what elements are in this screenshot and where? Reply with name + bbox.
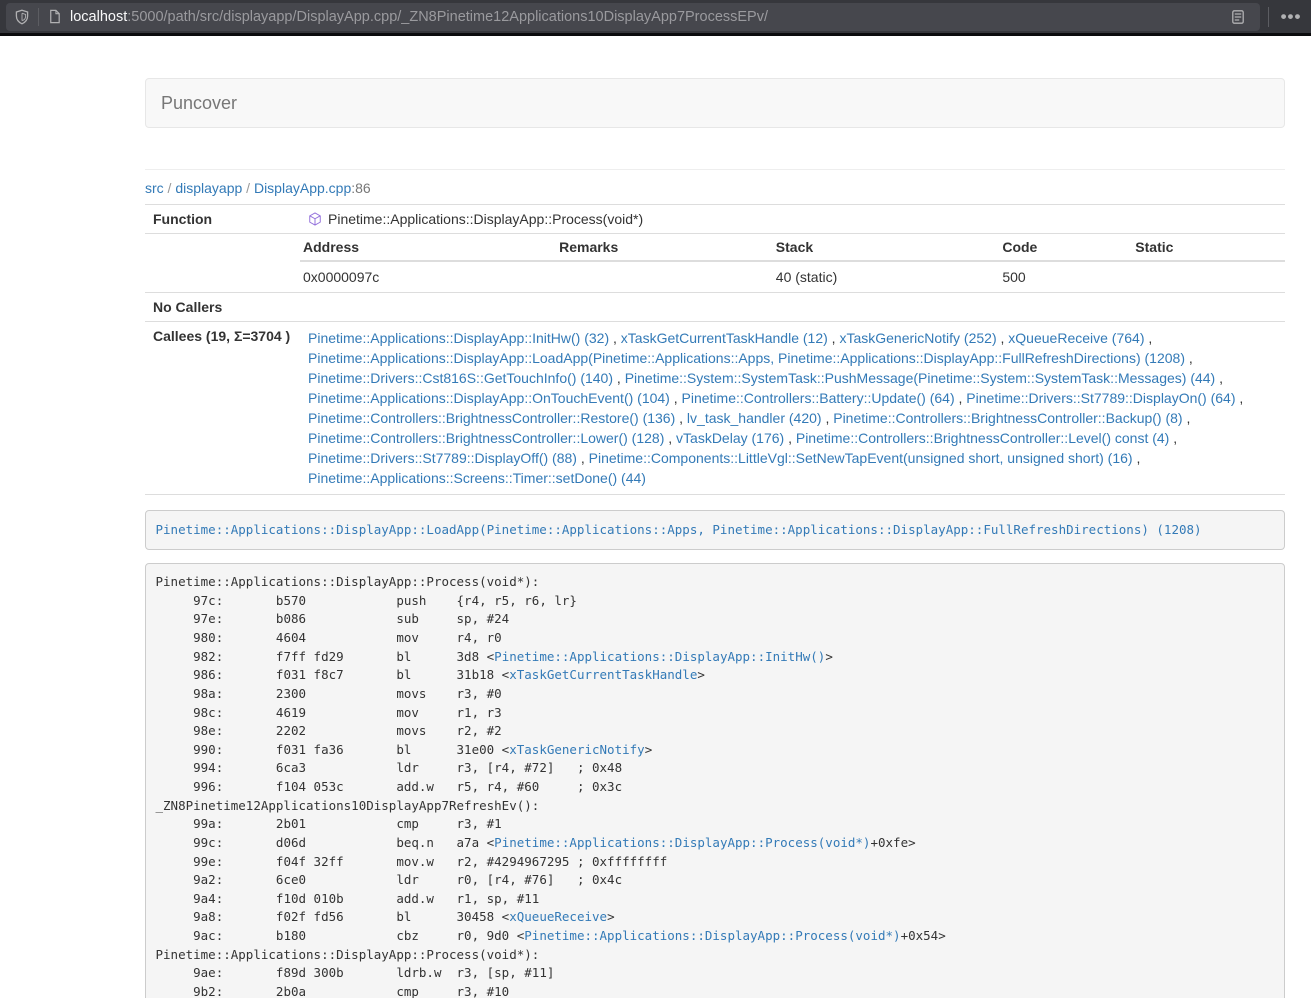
callee-link[interactable]: Pinetime::Controllers::BrightnessControl… bbox=[308, 410, 675, 426]
stats-table: Address Remarks Stack Code Static 0x0000… bbox=[300, 234, 1285, 292]
disassembly-symbol-link[interactable]: Pinetime::Applications::DisplayApp::Proc… bbox=[524, 928, 900, 943]
table-row: No Callers bbox=[145, 293, 1285, 322]
url-text[interactable]: localhost:5000/path/src/displayapp/Displ… bbox=[70, 9, 768, 25]
callees-list: Pinetime::Applications::DisplayApp::Init… bbox=[300, 322, 1285, 495]
callee-link[interactable]: Pinetime::Applications::DisplayApp::Init… bbox=[308, 330, 609, 346]
col-header-stack: Stack bbox=[773, 234, 1000, 261]
stats-row: 0x0000097c 40 (static) 500 bbox=[300, 261, 1285, 292]
table-row: Callees (19, Σ=3704 ) Pinetime::Applicat… bbox=[145, 322, 1285, 495]
callee-link[interactable]: Pinetime::Applications::DisplayApp::Load… bbox=[308, 350, 1185, 366]
shield-icon[interactable] bbox=[14, 9, 30, 25]
callee-link[interactable]: Pinetime::Controllers::BrightnessControl… bbox=[833, 410, 1182, 426]
urlbar-divider bbox=[38, 8, 39, 26]
table-row: Address Remarks Stack Code Static 0x0000… bbox=[145, 234, 1285, 293]
remarks-value bbox=[556, 261, 773, 292]
address-value: 0x0000097c bbox=[300, 261, 556, 292]
url-bar[interactable]: localhost:5000/path/src/displayapp/Displ… bbox=[6, 3, 1260, 31]
divider bbox=[145, 169, 1285, 170]
callee-link[interactable]: xTaskGetCurrentTaskHandle (12) bbox=[621, 330, 828, 346]
disassembly-symbol-link[interactable]: xQueueReceive bbox=[509, 909, 607, 924]
code-value: 500 bbox=[999, 261, 1132, 292]
breadcrumb: src / displayapp / DisplayApp.cpp:86 bbox=[145, 180, 1285, 196]
callee-link[interactable]: xQueueReceive (764) bbox=[1008, 330, 1144, 346]
callee-link[interactable]: Pinetime::Controllers::BrightnessControl… bbox=[308, 430, 664, 446]
cube-icon bbox=[308, 212, 322, 226]
callees-label: Callees (19, Σ=3704 ) bbox=[145, 322, 300, 495]
callee-link[interactable]: Pinetime::Drivers::Cst816S::GetTouchInfo… bbox=[308, 370, 613, 386]
callee-link[interactable]: xTaskGenericNotify (252) bbox=[839, 330, 996, 346]
reader-mode-icon[interactable] bbox=[1224, 3, 1252, 31]
callee-link[interactable]: vTaskDelay (176) bbox=[676, 430, 784, 446]
disassembly-symbol-link[interactable]: xTaskGetCurrentTaskHandle bbox=[509, 667, 697, 682]
function-label: Function bbox=[145, 205, 300, 234]
callee-link[interactable]: Pinetime::Controllers::Battery::Update()… bbox=[682, 390, 955, 406]
disassembly-symbol-link[interactable]: Pinetime::Applications::DisplayApp::Init… bbox=[494, 649, 825, 664]
static-value bbox=[1132, 261, 1285, 292]
breadcrumb-link[interactable]: DisplayApp.cpp bbox=[254, 180, 351, 196]
callers-label: No Callers bbox=[145, 293, 300, 322]
toolbar-divider bbox=[1268, 7, 1269, 27]
disassembly-symbol-link[interactable]: xTaskGenericNotify bbox=[509, 742, 644, 757]
callee-link[interactable]: Pinetime::Applications::DisplayApp::OnTo… bbox=[308, 390, 670, 406]
breadcrumb-link[interactable]: src bbox=[145, 180, 164, 196]
stack-value: 40 (static) bbox=[773, 261, 1000, 292]
breadcrumb-link[interactable]: displayapp bbox=[175, 180, 242, 196]
col-header-code: Code bbox=[999, 234, 1132, 261]
page-icon[interactable] bbox=[47, 9, 62, 24]
symbol-table: Function Pinetime::Applications::Display… bbox=[145, 204, 1285, 495]
highlighted-line: Pinetime::Applications::DisplayApp::Load… bbox=[145, 510, 1285, 550]
callee-link[interactable]: Pinetime::System::SystemTask::PushMessag… bbox=[625, 370, 1216, 386]
disassembly: Pinetime::Applications::DisplayApp::Proc… bbox=[145, 563, 1285, 998]
function-name: Pinetime::Applications::DisplayApp::Proc… bbox=[328, 211, 643, 227]
callee-link[interactable]: Pinetime::Drivers::St7789::DisplayOn() (… bbox=[966, 390, 1235, 406]
callee-link[interactable]: lv_task_handler (420) bbox=[687, 410, 822, 426]
overflow-menu-icon[interactable]: ••• bbox=[1277, 3, 1305, 31]
col-header-address: Address bbox=[300, 234, 556, 261]
app-navbar: Puncover bbox=[145, 78, 1285, 128]
table-row: Function Pinetime::Applications::Display… bbox=[145, 205, 1285, 234]
col-header-remarks: Remarks bbox=[556, 234, 773, 261]
url-path: :5000/path/src/displayapp/DisplayApp.cpp… bbox=[127, 9, 768, 25]
callee-link[interactable]: Pinetime::Controllers::BrightnessControl… bbox=[796, 430, 1169, 446]
callee-link[interactable]: Pinetime::Drivers::St7789::DisplayOff() … bbox=[308, 450, 577, 466]
disassembly-symbol-link[interactable]: Pinetime::Applications::DisplayApp::Proc… bbox=[494, 835, 870, 850]
url-host: localhost bbox=[70, 9, 127, 25]
callee-link[interactable]: Pinetime::Applications::Screens::Timer::… bbox=[308, 470, 646, 486]
browser-toolbar: localhost:5000/path/src/displayapp/Displ… bbox=[0, 0, 1311, 36]
breadcrumb-line-number: :86 bbox=[351, 180, 370, 196]
brand-link[interactable]: Puncover bbox=[146, 78, 252, 128]
col-header-static: Static bbox=[1132, 234, 1285, 261]
loadapp-link[interactable]: Pinetime::Applications::DisplayApp::Load… bbox=[156, 522, 1202, 537]
callee-link[interactable]: Pinetime::Components::LittleVgl::SetNewT… bbox=[589, 450, 1133, 466]
